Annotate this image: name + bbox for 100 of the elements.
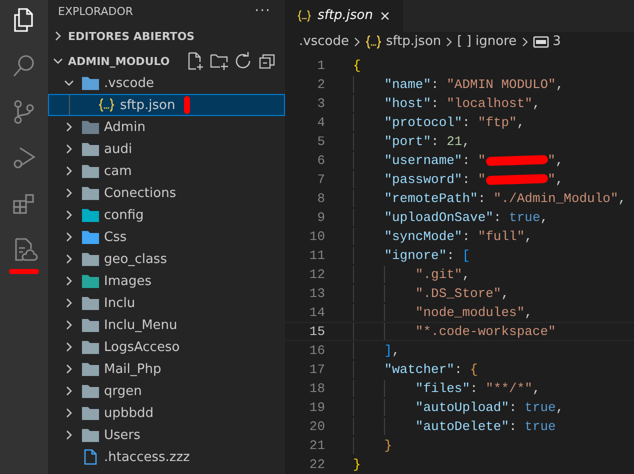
code-token: "username" [383, 153, 462, 168]
code-token: , [532, 96, 540, 111]
line-number: 3 [316, 96, 325, 111]
file-tree-item[interactable]: Inclu [48, 292, 285, 314]
code-token: "syncMode" [383, 229, 462, 244]
breadcrumb-item[interactable]: [ ] ignore [457, 34, 517, 50]
code-token: , [532, 381, 540, 396]
code-token: : [470, 381, 479, 396]
code-token: , [556, 400, 564, 415]
code-token: , [462, 134, 470, 149]
code-token: " [478, 153, 486, 168]
code-token: "node_modules" [414, 305, 525, 320]
file-tree-item[interactable]: .htaccess.zzz [48, 446, 285, 468]
file-tree-item[interactable]: qrgen [48, 380, 285, 402]
code-token: "**/*" [486, 381, 532, 396]
breadcrumb-item[interactable]: sftp.json [364, 34, 442, 50]
line-number: 8 [316, 191, 325, 206]
code-token: : [446, 248, 456, 263]
file-tree-item[interactable]: sftp.json [48, 94, 285, 116]
code-token: : [431, 134, 440, 149]
line-number: 10 [308, 229, 325, 244]
file-tree-item[interactable]: geo_class [48, 248, 285, 270]
file-tree-item[interactable]: Images [48, 270, 285, 292]
code-token: , [392, 343, 400, 358]
refresh-icon[interactable] [233, 51, 253, 71]
code-token: { [470, 362, 478, 377]
code-token: : [454, 362, 464, 377]
string-icon [532, 36, 549, 48]
file-tree-item[interactable]: config [48, 204, 285, 226]
code-token: "ftp" [478, 115, 517, 130]
code-token: : [462, 115, 472, 130]
editor-tab[interactable]: sftp.json [285, 0, 403, 32]
file-tree-item[interactable]: Users [48, 424, 285, 446]
code-token: : [431, 96, 440, 111]
file-tree-item[interactable]: Admin [48, 116, 285, 138]
code-token: , [618, 191, 626, 206]
code-token: "watcher" [383, 362, 454, 377]
line-number: 15 [308, 324, 325, 339]
file-tree-item[interactable]: Css [48, 226, 285, 248]
code-token: "./Admin_Modulo" [493, 191, 618, 206]
code-token: , [555, 153, 564, 168]
line-number: 12 [308, 267, 325, 282]
braces-icon [364, 34, 382, 49]
code-token: "password" [383, 172, 462, 187]
code-token: , [524, 229, 532, 244]
section-header[interactable]: EDITORES ABIERTOS [48, 25, 285, 47]
line-number: 1 [316, 58, 325, 73]
line-number: 21 [308, 438, 325, 453]
code-token: "autoUpload" [414, 400, 510, 415]
code-token: , [462, 267, 470, 282]
code-token: ".git" [414, 267, 462, 282]
document-cloud-icon[interactable] [8, 236, 40, 274]
code-token: "uploadOnSave" [383, 210, 494, 225]
line-number: 13 [308, 286, 325, 301]
file-tree-item[interactable]: audi [48, 138, 285, 160]
braces-icon [297, 8, 312, 23]
code-token: ] [383, 343, 392, 358]
file-tree-item[interactable]: upbbdd [48, 402, 285, 424]
code-token: } [353, 457, 361, 472]
file-tree-item[interactable]: Conections [48, 182, 285, 204]
line-number: 17 [308, 362, 325, 377]
line-number: 22 [308, 457, 325, 472]
line-number: 6 [316, 153, 325, 168]
code-token: "*.code-workspace" [414, 324, 556, 339]
more-button[interactable]: ··· [254, 3, 271, 19]
code-token: true [524, 419, 556, 434]
code-token: [ [462, 248, 470, 263]
annotation-mark [9, 269, 39, 274]
line-number: 14 [308, 305, 325, 320]
line-number: 19 [308, 400, 325, 415]
line-number: 20 [308, 419, 325, 434]
line-number: 9 [316, 210, 325, 225]
code-token: "port" [383, 134, 432, 149]
code-token: : [478, 191, 487, 206]
file-tree-item[interactable]: .vscode [48, 72, 285, 94]
code-token: : [462, 172, 472, 187]
line-number: 18 [308, 381, 325, 396]
breadcrumb-item[interactable]: 3 [532, 34, 561, 50]
code-token: "host" [383, 96, 432, 111]
chevron-icon [520, 34, 530, 49]
section-header[interactable]: ADMIN_MODULO [48, 50, 285, 72]
file-icon [82, 449, 99, 465]
file-tree-item[interactable]: cam [48, 160, 285, 182]
file-tree-item[interactable]: LogsAcceso [48, 336, 285, 358]
code-token: : [493, 210, 502, 225]
line-number: 4 [316, 115, 325, 130]
file-tree-item[interactable]: Inclu_Menu [48, 314, 285, 336]
file-tree-item[interactable]: Mail_Php [48, 358, 285, 380]
line-number: 2 [316, 77, 325, 92]
code-token: "ADMIN MODULO" [446, 77, 556, 92]
code-token: : [462, 153, 472, 168]
code-token: "full" [478, 229, 525, 244]
code-token: "remotePath" [383, 191, 478, 206]
code-token: { [353, 58, 361, 73]
code-token: true [524, 400, 556, 415]
chevron-icon [352, 34, 362, 49]
code-token: " [548, 153, 556, 168]
breadcrumb-item[interactable]: .vscode [299, 34, 349, 50]
code-token: "protocol" [383, 115, 462, 130]
code-token: "files" [414, 381, 470, 396]
